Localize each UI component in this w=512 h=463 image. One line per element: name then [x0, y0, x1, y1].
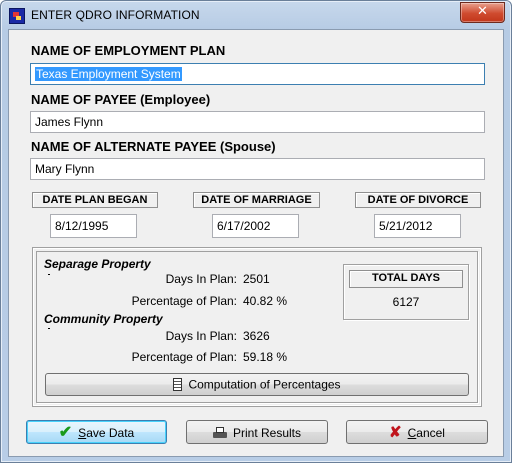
date-plan-began-input[interactable]: 8/12/1995 — [50, 214, 137, 238]
payee-input[interactable]: James Flynn — [30, 111, 485, 133]
close-button[interactable]: ✕ — [460, 2, 505, 23]
calculator-icon — [173, 378, 183, 392]
printer-icon — [212, 426, 227, 439]
computation-of-percentages-button[interactable]: Computation of Percentages — [45, 373, 469, 396]
alternate-payee-value: Mary Flynn — [35, 162, 95, 176]
save-data-button[interactable]: ✔ Save Data — [26, 420, 167, 444]
save-button-label: ave Data — [86, 425, 135, 440]
community-days-value: 3626 — [243, 329, 270, 343]
separate-pct-value: 40.82 % — [243, 294, 288, 308]
app-icon — [9, 8, 25, 24]
x-icon: ✘ — [389, 423, 402, 441]
date-of-marriage-label: DATE OF MARRIAGE — [193, 192, 320, 208]
payee-value: James Flynn — [35, 115, 104, 129]
alternate-payee-input[interactable]: Mary Flynn — [30, 158, 485, 180]
community-days-label: Days In Plan: — [165, 329, 237, 343]
community-property-heading: Community Property — [44, 312, 163, 326]
total-days-label: TOTAL DAYS — [349, 270, 463, 288]
alternate-payee-label: NAME OF ALTERNATE PAYEE (Spouse) — [31, 139, 276, 154]
employment-plan-value: Texas Employment System — [35, 67, 182, 81]
cancel-button[interactable]: ✘ Cancel — [346, 420, 488, 444]
title-bar[interactable]: ENTER QDRO INFORMATION ✕ — [1, 1, 511, 29]
date-plan-began-label: DATE PLAN BEGAN — [32, 192, 158, 208]
qdro-dialog-window: ENTER QDRO INFORMATION ✕ NAME OF EMPLOYM… — [0, 0, 512, 463]
date-of-divorce-input[interactable]: 5/21/2012 — [374, 214, 461, 238]
payee-label: NAME OF PAYEE (Employee) — [31, 92, 211, 107]
separate-pct-label: Percentage of Plan: — [131, 294, 237, 308]
print-results-button[interactable]: Print Results — [186, 420, 328, 444]
separate-property-heading: Separage Property — [44, 257, 151, 271]
cancel-button-mnemonic: C — [407, 425, 417, 440]
total-days-panel: TOTAL DAYS 6127 — [343, 264, 469, 320]
window-title: ENTER QDRO INFORMATION — [31, 8, 200, 22]
separate-days-label: Days In Plan: — [165, 272, 237, 286]
community-pct-label: Percentage of Plan: — [131, 350, 237, 364]
cancel-button-label: ancel — [416, 425, 445, 440]
employment-plan-label: NAME OF EMPLOYMENT PLAN — [31, 43, 226, 58]
date-of-divorce-label: DATE OF DIVORCE — [355, 192, 481, 208]
total-days-value: 6127 — [392, 295, 420, 309]
community-pct-value: 59.18 % — [243, 350, 288, 364]
print-button-label: Print Results — [232, 425, 302, 440]
date-of-marriage-input[interactable]: 6/17/2002 — [212, 214, 299, 238]
computation-button-label: Computation of Percentages — [188, 377, 341, 392]
save-button-mnemonic: S — [78, 425, 87, 440]
employment-plan-input[interactable]: Texas Employment System — [30, 63, 485, 85]
close-icon: ✕ — [477, 4, 488, 19]
separate-days-value: 2501 — [243, 272, 270, 286]
checkmark-icon: ✔ — [58, 423, 73, 441]
